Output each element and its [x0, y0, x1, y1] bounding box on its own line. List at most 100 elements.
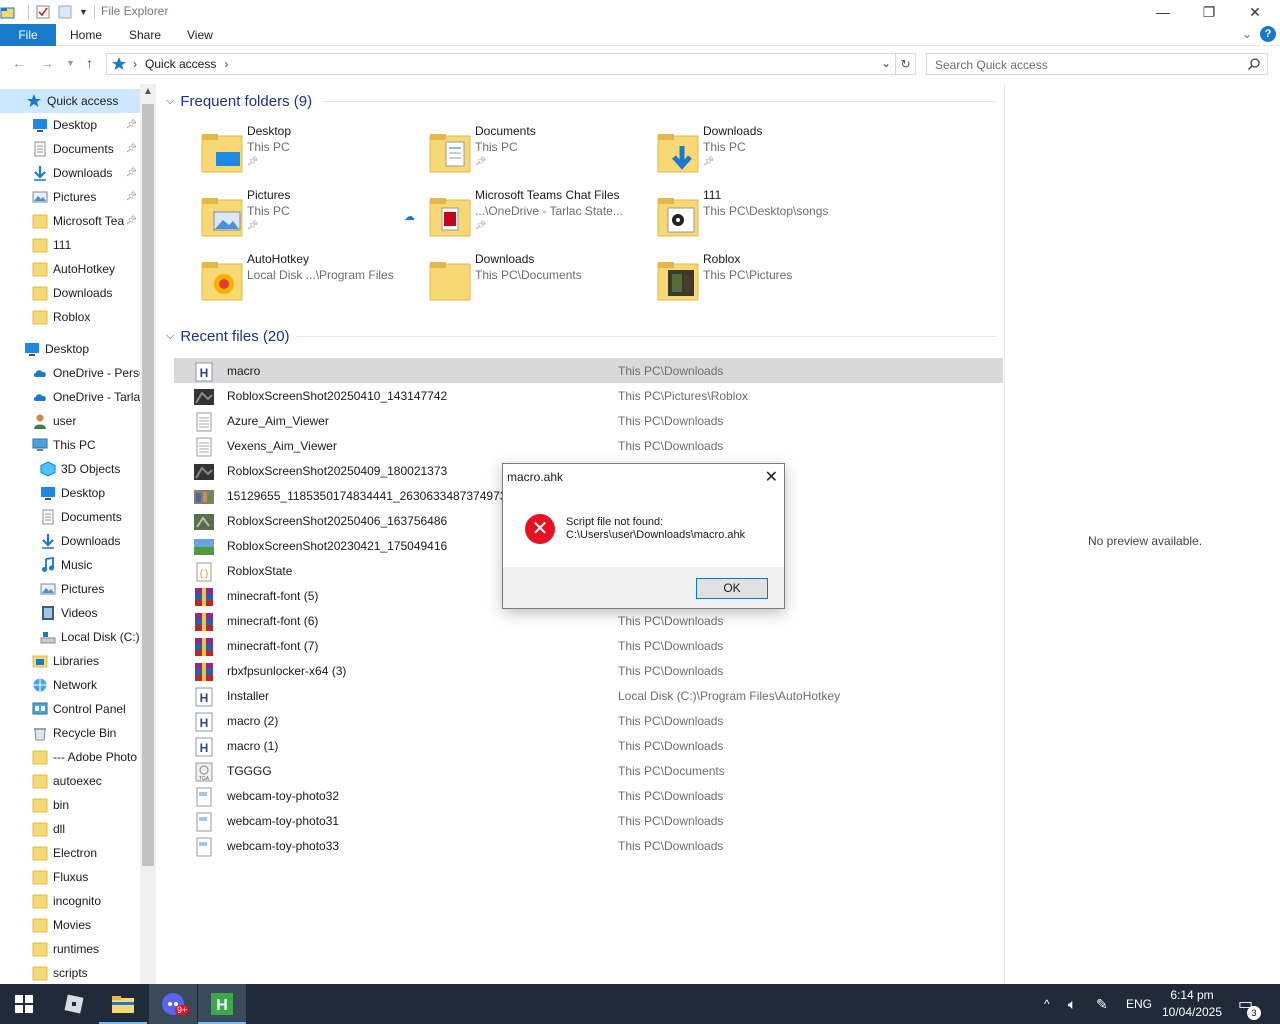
- sidebar-item[interactable]: OneDrive - Perso: [0, 361, 140, 385]
- frequent-folder-tile[interactable]: AutoHotkey Local Disk ...\Program Files: [200, 252, 428, 308]
- sidebar-item[interactable]: Movies: [0, 913, 140, 937]
- language-indicator[interactable]: ENG: [1126, 984, 1152, 1024]
- recent-file-row[interactable]: Azure_Aim_Viewer This PC\Downloads: [174, 408, 1003, 433]
- taskbar-discord[interactable]: 9+: [149, 984, 197, 1024]
- frequent-folder-tile[interactable]: Pictures This PC 📌︎: [200, 188, 428, 244]
- sidebar-item[interactable]: Fluxus: [0, 865, 140, 889]
- address-dropdown-icon[interactable]: ⌄: [881, 56, 891, 70]
- frequent-folder-tile[interactable]: Desktop This PC 📌︎: [200, 124, 428, 180]
- recent-file-row[interactable]: H Installer Local Disk (C:)\Program Files\…: [174, 683, 1003, 708]
- sidebar-item[interactable]: scripts: [0, 961, 140, 984]
- recent-file-row[interactable]: minecraft-font (7) This PC\Downloads: [174, 633, 1003, 658]
- frequent-folder-tile[interactable]: Microsoft Teams Chat Files ...\OneDrive -…: [404, 188, 656, 244]
- breadcrumb[interactable]: Quick access: [145, 57, 216, 71]
- recent-file-row[interactable]: RobloxScreenShot20250410_143147742 This P…: [174, 383, 1003, 408]
- sidebar-item[interactable]: Roblox: [0, 305, 140, 329]
- sidebar-item[interactable]: Microsoft Tea 📌︎: [0, 209, 140, 233]
- sidebar-item[interactable]: Control Panel: [0, 697, 140, 721]
- forward-icon[interactable]: →: [40, 55, 54, 71]
- start-button[interactable]: [0, 984, 48, 1024]
- sidebar-item[interactable]: 3D Objects: [0, 457, 140, 481]
- sidebar-item[interactable]: runtimes: [0, 937, 140, 961]
- minimize-button[interactable]: —: [1140, 0, 1186, 24]
- frequent-folder-tile[interactable]: Roblox This PC\Pictures: [656, 252, 884, 308]
- sidebar-item[interactable]: bin: [0, 793, 140, 817]
- show-hidden-icons[interactable]: ^: [1044, 984, 1050, 1024]
- volume-icon[interactable]: 🔈︎: [1068, 984, 1076, 1024]
- clock[interactable]: 6:14 pm 10/04/2025: [1152, 987, 1232, 1021]
- sidebar-item[interactable]: Downloads: [0, 529, 140, 553]
- recent-file-row[interactable]: Hmacro (1) This PC\Downloads: [174, 733, 1003, 758]
- recent-file-row[interactable]: rbxfpsunlocker-x64 (3) This PC\Downloads: [174, 658, 1003, 683]
- tab-file[interactable]: File: [0, 24, 56, 46]
- frequent-folder-tile[interactable]: Downloads This PC\Documents: [428, 252, 656, 308]
- tab-view[interactable]: View: [187, 24, 213, 46]
- recent-file-row[interactable]: webcam-toy-photo31 This PC\Downloads: [174, 808, 1003, 833]
- recent-file-row[interactable]: webcam-toy-photo33 This PC\Downloads: [174, 833, 1003, 858]
- scroll-up-icon[interactable]: ▲: [140, 84, 156, 100]
- recent-file-row[interactable]: Hmacro (2) This PC\Downloads: [174, 708, 1003, 733]
- properties-icon[interactable]: [35, 4, 51, 20]
- sidebar-item[interactable]: Network: [0, 673, 140, 697]
- sidebar-item[interactable]: incognito: [0, 889, 140, 913]
- breadcrumb-chevron-icon[interactable]: ›: [224, 57, 228, 71]
- customize-qat-icon[interactable]: ▼: [79, 7, 88, 17]
- sidebar-item[interactable]: dll: [0, 817, 140, 841]
- sidebar-item[interactable]: Documents 📌︎: [0, 137, 140, 161]
- refresh-button[interactable]: ↻: [896, 53, 916, 75]
- pen-icon[interactable]: ✎: [1096, 984, 1108, 1024]
- recent-file-row[interactable]: Vexens_Aim_Viewer This PC\Downloads: [174, 433, 1003, 458]
- sidebar-item[interactable]: AutoHotkey: [0, 257, 140, 281]
- search-input[interactable]: Search Quick access: [926, 53, 1268, 75]
- sidebar-item[interactable]: Videos: [0, 601, 140, 625]
- sidebar-item[interactable]: Local Disk (C:): [0, 625, 140, 649]
- sidebar-item[interactable]: Desktop: [0, 337, 140, 361]
- search-icon[interactable]: [1247, 57, 1261, 71]
- sidebar-item[interactable]: Pictures: [0, 577, 140, 601]
- frequent-folder-tile[interactable]: Downloads This PC 📌︎: [656, 124, 884, 180]
- tab-home[interactable]: Home: [70, 24, 102, 46]
- sidebar-item[interactable]: Recycle Bin: [0, 721, 140, 745]
- recent-file-row[interactable]: minecraft-font (6) This PC\Downloads: [174, 608, 1003, 633]
- sidebar-item[interactable]: Documents: [0, 505, 140, 529]
- help-icon[interactable]: ?: [1260, 26, 1276, 42]
- recent-file-row[interactable]: Hmacro This PC\Downloads: [174, 358, 1003, 383]
- sidebar-item[interactable]: OneDrive - Tarla: [0, 385, 140, 409]
- recent-file-row[interactable]: webcam-toy-photo32 This PC\Downloads: [174, 783, 1003, 808]
- new-folder-icon[interactable]: [57, 4, 73, 20]
- recent-file-row[interactable]: TGA TGGGG This PC\Documents: [174, 758, 1003, 783]
- up-icon[interactable]: ↑: [86, 55, 93, 71]
- sidebar-scroll-thumb[interactable]: [142, 104, 154, 866]
- back-icon[interactable]: ←: [12, 55, 26, 71]
- chevron-down-icon[interactable]: ⌵: [166, 95, 174, 108]
- tab-share[interactable]: Share: [129, 24, 161, 46]
- frequent-folder-tile[interactable]: 111 This PC\Desktop\songs: [656, 188, 884, 244]
- sidebar-item[interactable]: Libraries: [0, 649, 140, 673]
- taskbar-file-explorer[interactable]: [99, 984, 147, 1024]
- sidebar-item[interactable]: 111: [0, 233, 140, 257]
- sidebar-item[interactable]: Quick access: [0, 89, 140, 113]
- maximize-button[interactable]: ❐: [1186, 0, 1232, 24]
- frequent-folders-header[interactable]: ⌵ Frequent folders (9): [166, 91, 312, 111]
- expand-ribbon-icon[interactable]: ⌄: [1242, 27, 1252, 41]
- taskbar-autohotkey[interactable]: H: [198, 984, 246, 1024]
- sidebar-item[interactable]: autoexec: [0, 769, 140, 793]
- recent-files-header[interactable]: ⌵ Recent files (20): [166, 326, 290, 346]
- sidebar-item[interactable]: Downloads: [0, 281, 140, 305]
- sidebar-item[interactable]: user: [0, 409, 140, 433]
- dialog-close-icon[interactable]: ✕: [765, 467, 778, 487]
- sidebar-item[interactable]: Downloads 📌︎: [0, 161, 140, 185]
- chevron-down-icon[interactable]: ⌵: [166, 330, 174, 343]
- frequent-folder-tile[interactable]: Documents This PC 📌︎: [428, 124, 656, 180]
- sidebar-item[interactable]: Music: [0, 553, 140, 577]
- sidebar-item[interactable]: Desktop 📌︎: [0, 113, 140, 137]
- ok-button[interactable]: OK: [696, 578, 768, 599]
- sidebar-item[interactable]: Desktop: [0, 481, 140, 505]
- sidebar-item[interactable]: Pictures 📌︎: [0, 185, 140, 209]
- taskbar-roblox[interactable]: [50, 984, 98, 1024]
- sidebar-item[interactable]: --- Adobe Photo: [0, 745, 140, 769]
- sidebar-item[interactable]: Electron: [0, 841, 140, 865]
- recent-locations-icon[interactable]: ▼: [66, 58, 75, 68]
- sidebar-item[interactable]: This PC: [0, 433, 140, 457]
- address-bar[interactable]: › Quick access › ⌄: [106, 53, 896, 75]
